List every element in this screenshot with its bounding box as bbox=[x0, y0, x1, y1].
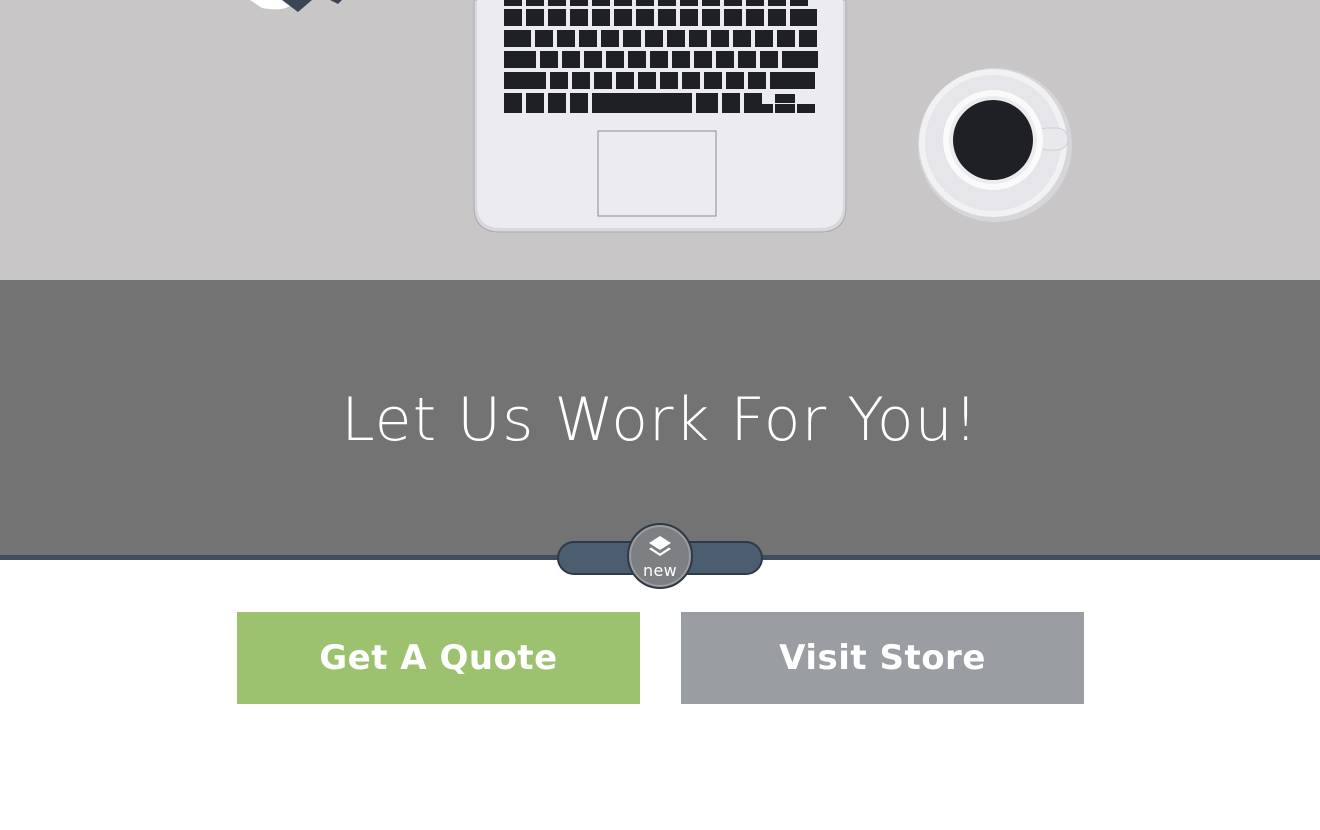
keyboard-key bbox=[535, 30, 553, 47]
keyboard-key bbox=[726, 72, 744, 89]
keyboard-key bbox=[680, 0, 698, 6]
keyboard-key bbox=[623, 30, 641, 47]
keyboard-key bbox=[768, 0, 786, 6]
keyboard-key bbox=[526, 9, 544, 26]
plant-leaf bbox=[250, 0, 342, 12]
keyboard-key bbox=[614, 0, 632, 6]
keyboard-key bbox=[650, 51, 668, 68]
keyboard-key bbox=[724, 0, 742, 6]
arrow-key bbox=[775, 94, 795, 103]
keyboard-key bbox=[548, 93, 566, 113]
visit-store-label: Visit Store bbox=[779, 638, 986, 678]
keyboard-key bbox=[504, 72, 546, 89]
keyboard-key bbox=[694, 51, 712, 68]
keyboard-key bbox=[592, 0, 610, 6]
coffee-cup bbox=[918, 68, 1072, 222]
keyboard-key bbox=[790, 9, 817, 26]
keyboard-key bbox=[738, 51, 756, 68]
keyboard-key bbox=[601, 30, 619, 47]
keyboard-key bbox=[594, 72, 612, 89]
visit-store-button[interactable]: Visit Store bbox=[681, 612, 1084, 704]
keyboard-key bbox=[584, 51, 602, 68]
arrow-key bbox=[775, 104, 795, 113]
keyboard-key bbox=[628, 51, 646, 68]
keyboard-key bbox=[696, 93, 718, 113]
keyboard-key bbox=[682, 72, 700, 89]
keyboard-key bbox=[760, 51, 778, 68]
keyboard-key bbox=[557, 30, 575, 47]
keyboard-key bbox=[504, 0, 522, 6]
keyboard-key bbox=[548, 0, 566, 6]
keyboard-key bbox=[658, 0, 676, 6]
keyboard-key bbox=[724, 9, 742, 26]
get-a-quote-button[interactable]: Get A Quote bbox=[237, 612, 640, 704]
keyboard-key bbox=[702, 0, 720, 6]
keyboard-key bbox=[777, 30, 795, 47]
keyboard-key bbox=[702, 9, 720, 26]
keyboard-key bbox=[672, 51, 690, 68]
banner-title: Let Us Work For You! bbox=[341, 385, 979, 455]
layers-icon bbox=[649, 536, 671, 556]
keyboard-key bbox=[770, 72, 815, 89]
keyboard-key bbox=[680, 9, 698, 26]
keyboard-key bbox=[790, 0, 808, 6]
keyboard-key bbox=[526, 93, 544, 113]
arrow-key bbox=[797, 104, 815, 113]
keyboard-key bbox=[550, 72, 568, 89]
keyboard-key bbox=[592, 9, 610, 26]
keyboard-key bbox=[504, 51, 536, 68]
new-badge-label: new bbox=[643, 561, 677, 580]
hero-illustration bbox=[0, 0, 1320, 280]
keyboard-key bbox=[704, 72, 722, 89]
keyboard-key bbox=[570, 0, 588, 6]
keyboard-key bbox=[782, 51, 818, 68]
keyboard-key bbox=[504, 93, 522, 113]
keyboard-key bbox=[540, 51, 558, 68]
keyboard-key bbox=[548, 9, 566, 26]
keyboard-key bbox=[526, 0, 544, 6]
keyboard-key bbox=[746, 9, 764, 26]
keyboard-key bbox=[570, 93, 588, 113]
keyboard-key bbox=[748, 72, 766, 89]
keyboard-key bbox=[572, 72, 590, 89]
keyboard-key bbox=[504, 9, 522, 26]
keyboard-key bbox=[638, 72, 656, 89]
arrow-key bbox=[753, 104, 773, 113]
keyboard-key bbox=[616, 72, 634, 89]
keyboard-key bbox=[768, 9, 786, 26]
keyboard-key bbox=[592, 93, 692, 113]
keyboard-key bbox=[799, 30, 817, 47]
keyboard-key bbox=[733, 30, 751, 47]
keyboard-key bbox=[562, 51, 580, 68]
laptop-trackpad bbox=[597, 130, 717, 217]
keyboard-key bbox=[614, 9, 632, 26]
keyboard-key bbox=[658, 9, 676, 26]
keyboard-key bbox=[579, 30, 597, 47]
keyboard-key bbox=[606, 51, 624, 68]
keyboard-key bbox=[746, 0, 764, 6]
keyboard-key bbox=[570, 9, 588, 26]
laptop bbox=[473, 0, 847, 233]
keyboard-key bbox=[689, 30, 707, 47]
keyboard-key bbox=[716, 51, 734, 68]
get-a-quote-label: Get A Quote bbox=[319, 638, 558, 678]
keyboard-key bbox=[722, 93, 740, 113]
desk-illustration bbox=[250, 0, 1072, 233]
keyboard-key bbox=[711, 30, 729, 47]
keyboard-key bbox=[660, 72, 678, 89]
keyboard-key bbox=[636, 0, 654, 6]
keyboard-key bbox=[667, 30, 685, 47]
keyboard-key bbox=[755, 30, 773, 47]
keyboard-key bbox=[645, 30, 663, 47]
keyboard-key bbox=[636, 9, 654, 26]
keyboard-key bbox=[504, 30, 531, 47]
